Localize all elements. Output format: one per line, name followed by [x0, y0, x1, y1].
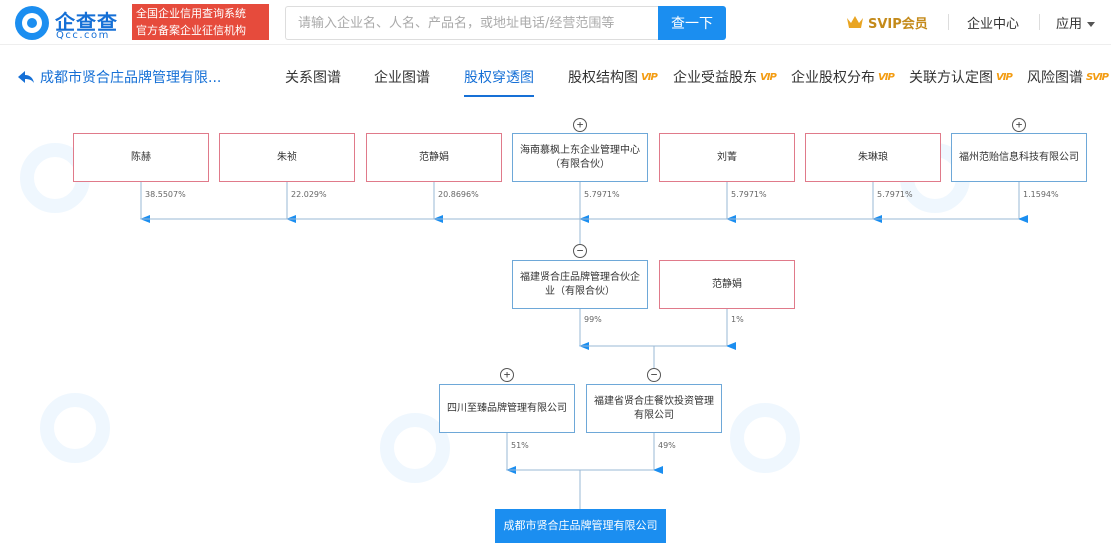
- header-divider: [1039, 14, 1040, 30]
- back-arrow-icon: [18, 71, 34, 83]
- holding-company-node[interactable]: 福建省贤合庄餐饮投资管理有限公司: [586, 384, 722, 433]
- crown-icon: [847, 16, 863, 28]
- shareholder-node[interactable]: 朱琳琅: [805, 133, 941, 182]
- collapse-icon[interactable]: −: [647, 368, 661, 382]
- equity-percentage: 99%: [584, 315, 602, 324]
- shareholder-node[interactable]: 朱祯: [219, 133, 355, 182]
- svip-label: SVIP会员: [868, 16, 928, 32]
- expand-icon[interactable]: +: [573, 118, 587, 132]
- header-divider: [948, 14, 949, 30]
- qcc-logo[interactable]: 企查查 Qcc.com: [15, 6, 127, 41]
- equity-penetration-chart[interactable]: 陈赫 38.5507% 朱祯 22.029% 范静娟 20.8696% 海南慕枫上东企业管理…: [0, 103, 1111, 558]
- badge-line-1: 全国企业信用查询系统: [136, 7, 246, 20]
- apps-label: 应用: [1056, 17, 1083, 32]
- badge-line-2: 官方备案企业征信机构: [136, 24, 246, 37]
- search-input[interactable]: [285, 6, 658, 40]
- shareholder-node[interactable]: 刘菁: [659, 133, 795, 182]
- vip-icon: VIP: [878, 71, 895, 83]
- equity-percentage: 1%: [731, 315, 744, 324]
- apps-menu[interactable]: 应用: [1056, 13, 1096, 32]
- equity-percentage: 5.7971%: [731, 190, 767, 199]
- enterprise-center-link[interactable]: 企业中心: [967, 13, 1019, 32]
- tab-related-party[interactable]: 关联方认定图 VIP: [909, 67, 1013, 87]
- top-header: 企查查 Qcc.com 全国企业信用查询系统 官方备案企业征信机构 查一下 SV…: [0, 0, 1111, 45]
- shareholder-node[interactable]: 范静娟: [366, 133, 502, 182]
- tab-relationship-graph[interactable]: 关系图谱: [285, 67, 341, 87]
- expand-icon[interactable]: +: [1012, 118, 1026, 132]
- svip-icon: SVIP: [1086, 71, 1109, 83]
- back-label: 成都市贤合庄品牌管理有限...: [40, 70, 222, 86]
- logo-subtitle: Qcc.com: [56, 30, 110, 41]
- equity-percentage: 5.7971%: [584, 190, 620, 199]
- graph-tab-bar: 成都市贤合庄品牌管理有限... 关系图谱 企业图谱 股权穿透图 股权结构图 VIP…: [0, 45, 1111, 103]
- vip-icon: VIP: [760, 71, 777, 83]
- equity-percentage: 38.5507%: [145, 190, 186, 199]
- shareholder-node[interactable]: 海南慕枫上东企业管理中心（有限合伙）: [512, 133, 648, 182]
- collapse-icon[interactable]: −: [573, 244, 587, 258]
- tab-label: 股权结构图: [568, 70, 638, 86]
- intermediate-holder-node[interactable]: 范静娟: [659, 260, 795, 309]
- tab-equity-distribution[interactable]: 企业股权分布 VIP: [791, 67, 895, 87]
- shareholder-node[interactable]: 陈赫: [73, 133, 209, 182]
- tab-enterprise-graph[interactable]: 企业图谱: [374, 67, 430, 87]
- vip-icon: VIP: [641, 71, 658, 83]
- tab-equity-structure[interactable]: 股权结构图 VIP: [568, 67, 658, 87]
- shareholder-node[interactable]: 福州范贻信息科技有限公司: [951, 133, 1087, 182]
- tab-label: 关联方认定图: [909, 70, 993, 86]
- tab-label: 企业受益股东: [673, 70, 757, 86]
- holding-company-node[interactable]: 四川至臻品牌管理有限公司: [439, 384, 575, 433]
- tab-label: 企业股权分布: [791, 70, 875, 86]
- intermediate-holder-node[interactable]: 福建贤合庄品牌管理合伙企业（有限合伙）: [512, 260, 648, 309]
- svip-link[interactable]: SVIP会员: [846, 12, 928, 32]
- equity-percentage: 51%: [511, 441, 529, 450]
- target-company-node[interactable]: 成都市贤合庄品牌管理有限公司: [495, 509, 666, 543]
- vip-icon: VIP: [996, 71, 1013, 83]
- tab-label: 风险图谱: [1027, 70, 1083, 86]
- equity-percentage: 20.8696%: [438, 190, 479, 199]
- equity-percentage: 22.029%: [291, 190, 327, 199]
- chevron-down-icon: [1087, 22, 1096, 27]
- tab-label: 股权穿透图: [464, 70, 534, 86]
- equity-percentage: 5.7971%: [877, 190, 913, 199]
- tab-risk-graph[interactable]: 风险图谱 SVIP: [1027, 67, 1109, 87]
- expand-icon[interactable]: +: [500, 368, 514, 382]
- official-badge: 全国企业信用查询系统 官方备案企业征信机构: [132, 4, 269, 40]
- equity-percentage: 49%: [658, 441, 676, 450]
- search-button[interactable]: 查一下: [658, 6, 726, 40]
- tab-label: 企业图谱: [374, 70, 430, 86]
- qcc-logo-icon: [15, 6, 49, 40]
- back-link[interactable]: 成都市贤合庄品牌管理有限...: [18, 67, 221, 87]
- tab-label: 关系图谱: [285, 70, 341, 86]
- tab-beneficial-shareholders[interactable]: 企业受益股东 VIP: [673, 67, 777, 87]
- active-tab-indicator: [464, 95, 534, 97]
- equity-percentage: 1.1594%: [1023, 190, 1059, 199]
- tab-equity-penetration[interactable]: 股权穿透图: [464, 67, 534, 87]
